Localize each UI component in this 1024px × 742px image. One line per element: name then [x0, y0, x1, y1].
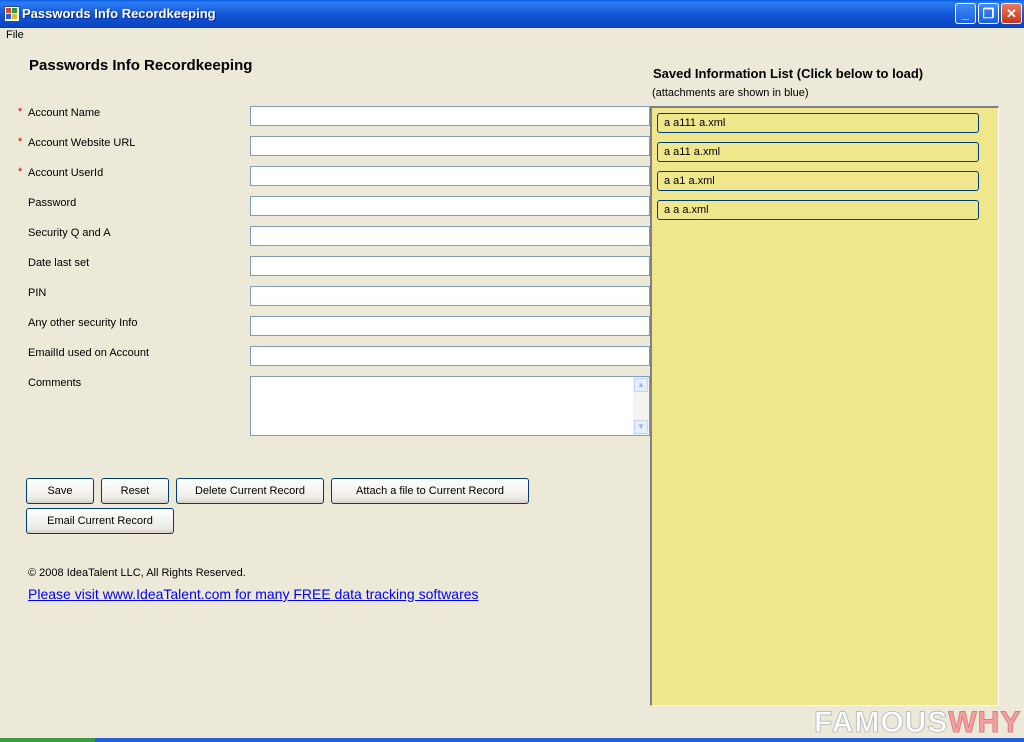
account-name-label: Account Name [28, 107, 101, 119]
email-id-label: EmailId used on Account [28, 347, 150, 359]
comments-textarea[interactable]: ▲ ▼ [250, 376, 650, 436]
menu-bar: File [0, 28, 1024, 44]
account-name-input[interactable] [250, 106, 650, 126]
date-last-set-input[interactable] [250, 256, 650, 276]
copyright-text: © 2008 IdeaTalent LLC, All Rights Reserv… [28, 567, 246, 579]
password-label: Password [28, 197, 77, 209]
saved-list-title: Saved Information List (Click below to l… [653, 66, 924, 81]
save-button[interactable]: Save [26, 478, 94, 504]
required-marker: * [18, 106, 23, 118]
account-website-url-label: Account Website URL [28, 137, 136, 149]
menu-file[interactable]: File [6, 29, 24, 41]
minimize-icon: _ [961, 6, 970, 21]
app-icon[interactable] [4, 6, 20, 22]
delete-current-record-button[interactable]: Delete Current Record [176, 478, 324, 504]
saved-list-panel: a a111 a.xml a a11 a.xml a a1 a.xml a a … [650, 106, 999, 706]
security-qa-label: Security Q and A [28, 227, 111, 239]
maximize-button[interactable]: ❐ [978, 3, 999, 24]
other-security-info-label: Any other security Info [28, 317, 138, 329]
saved-list-item[interactable]: a a11 a.xml [657, 142, 979, 162]
saved-list-item[interactable]: a a a.xml [657, 200, 979, 220]
scroll-down-icon[interactable]: ▼ [634, 420, 648, 434]
email-current-record-button[interactable]: Email Current Record [26, 508, 174, 534]
close-icon: ✕ [1006, 6, 1017, 21]
watermark-part2: WHY [948, 706, 1022, 740]
email-id-input[interactable] [250, 346, 650, 366]
watermark-part1: FAMOUS [813, 706, 949, 740]
close-button[interactable]: ✕ [1001, 3, 1022, 24]
window-title: Passwords Info Recordkeeping [22, 6, 216, 21]
taskbar [0, 738, 1024, 742]
comments-label: Comments [28, 377, 82, 389]
pin-input[interactable] [250, 286, 650, 306]
scroll-up-icon[interactable]: ▲ [634, 378, 648, 392]
form-title: Passwords Info Recordkeeping [29, 57, 253, 74]
minimize-button[interactable]: _ [955, 3, 976, 24]
saved-list-item[interactable]: a a111 a.xml [657, 113, 979, 133]
saved-list-subtitle: (attachments are shown in blue) [652, 87, 809, 99]
start-button[interactable] [0, 738, 95, 742]
other-security-info-input[interactable] [250, 316, 650, 336]
date-last-set-label: Date last set [28, 257, 90, 269]
reset-button[interactable]: Reset [101, 478, 169, 504]
security-qa-input[interactable] [250, 226, 650, 246]
attach-file-button[interactable]: Attach a file to Current Record [331, 478, 529, 504]
ideatalent-link[interactable]: Please visit www.IdeaTalent.com for many… [28, 586, 479, 602]
comments-scrollbar[interactable]: ▲ ▼ [633, 377, 649, 435]
account-userid-input[interactable] [250, 166, 650, 186]
required-marker: * [18, 166, 23, 178]
saved-list-item[interactable]: a a1 a.xml [657, 171, 979, 191]
pin-label: PIN [28, 287, 47, 299]
account-userid-label: Account UserId [28, 167, 104, 179]
required-marker: * [18, 136, 23, 148]
account-website-url-input[interactable] [250, 136, 650, 156]
password-input[interactable] [250, 196, 650, 216]
title-bar[interactable]: Passwords Info Recordkeeping _ ❐ ✕ [0, 0, 1024, 28]
famouswhy-watermark: FAMOUSWHY [813, 706, 1022, 740]
restore-icon: ❐ [982, 6, 995, 21]
